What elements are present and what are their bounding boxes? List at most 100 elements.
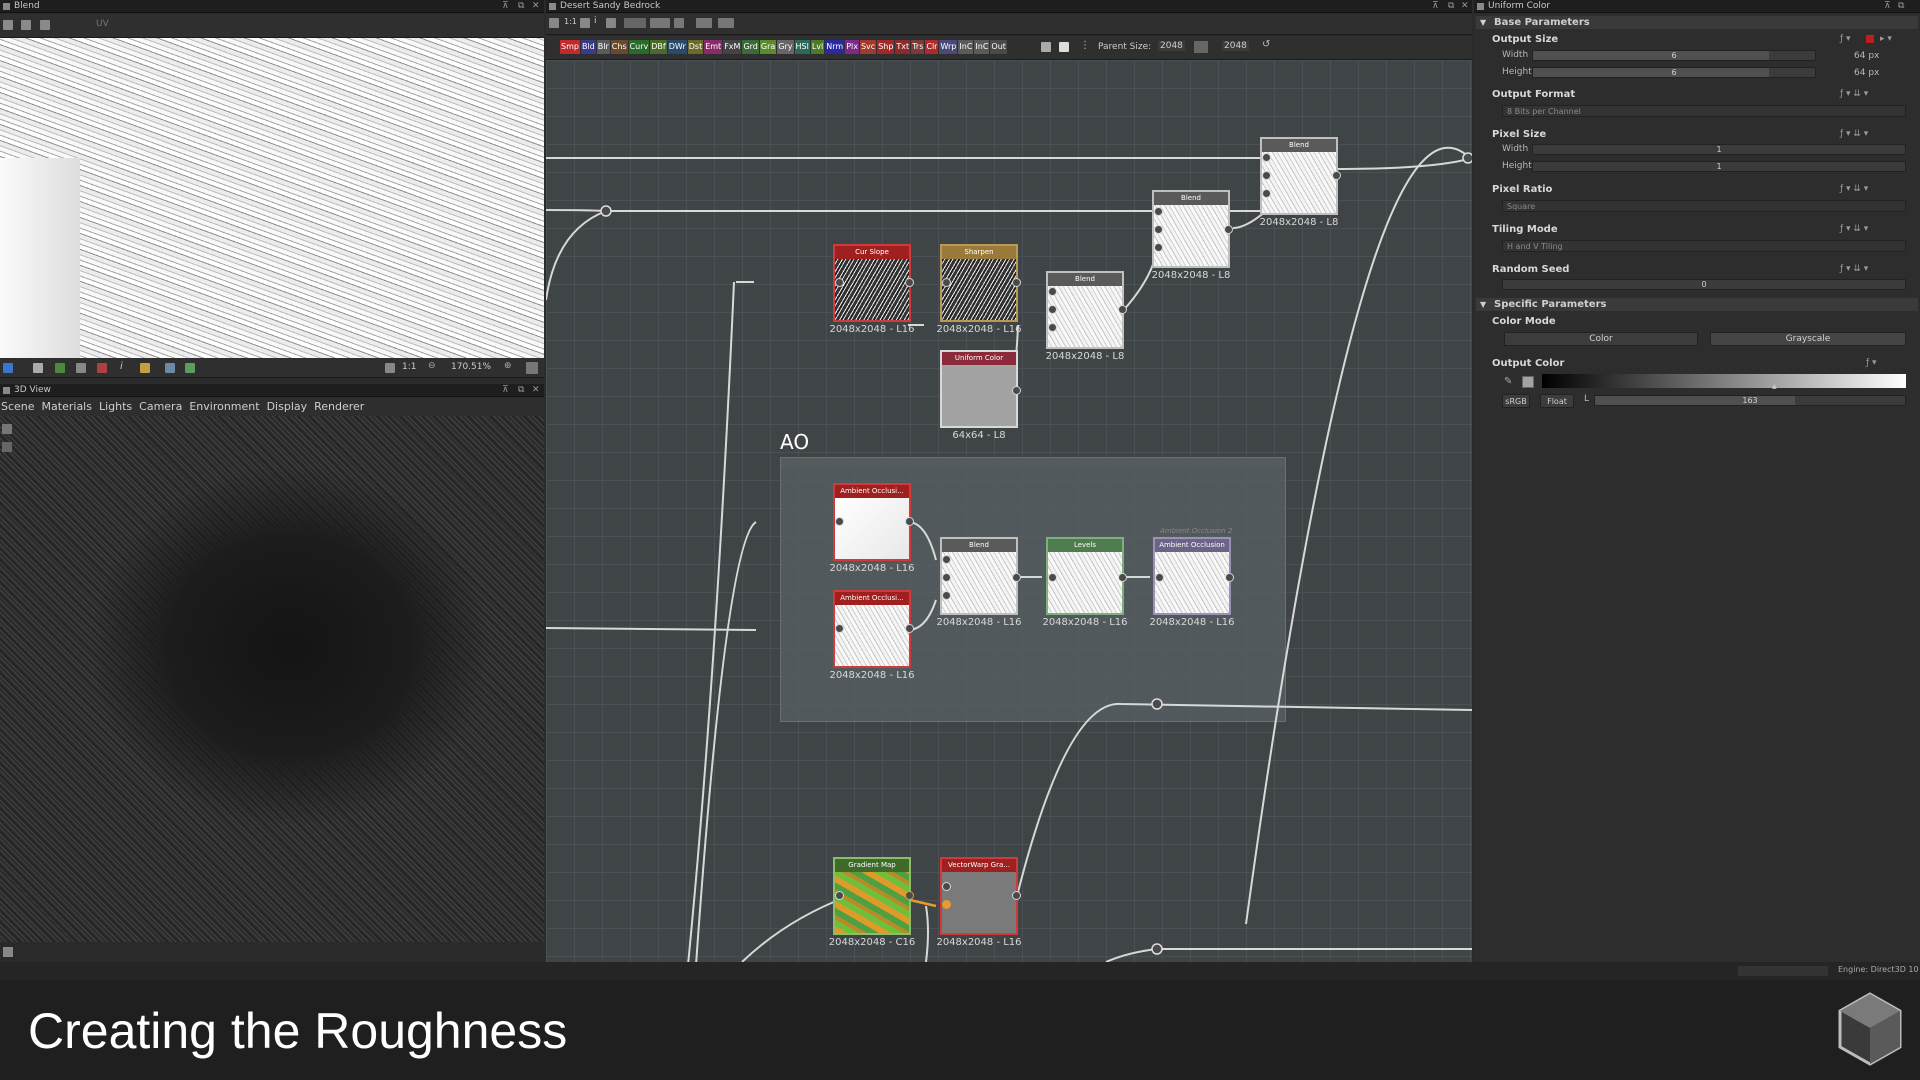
luminance-gradient[interactable] [1542,374,1906,388]
eyedropper-icon[interactable]: ✎ [1504,376,1512,387]
port-out[interactable] [1012,386,1021,395]
zoom-out-icon[interactable]: ⊖ [428,361,436,371]
menu-display[interactable]: Display [267,400,308,413]
menu-materials[interactable]: Materials [42,400,92,413]
port-out[interactable] [1118,573,1127,582]
node-curslope[interactable]: Cur Slope [833,244,911,322]
tile-icon[interactable] [97,363,107,373]
graph-ratio[interactable]: 1:1 [564,17,577,26]
output-format-func-icon[interactable]: ƒ ▾ ⇊ ▾ [1840,89,1868,99]
port-in[interactable] [1154,207,1163,216]
width-slider[interactable]: 6 [1532,50,1816,61]
port-in[interactable] [1154,225,1163,234]
zoom-in-icon[interactable]: ⊕ [504,361,512,371]
menu-scene[interactable]: Scene [1,400,35,413]
node-sharpen[interactable]: Sharpen [940,244,1018,322]
node-tag-txt[interactable]: Txt [895,40,911,54]
props-restore-icon[interactable]: ⧉ [1898,0,1904,13]
node-uniform-color[interactable]: Uniform Color [940,350,1018,428]
node-tag-shp[interactable]: Shp [877,40,895,54]
tiling-mode-select[interactable]: H and V Tiling [1502,240,1906,252]
node-blend-mid[interactable]: Blend [1152,190,1230,268]
port-in[interactable] [1048,573,1057,582]
ratio-label[interactable]: 1:1 [402,362,416,372]
node-tag-svc[interactable]: Svc [859,40,877,54]
view3d-canvas[interactable] [0,416,544,942]
display-icon[interactable] [165,363,175,373]
port-in[interactable] [1154,243,1163,252]
port-out[interactable] [1225,573,1234,582]
node-tag-bld[interactable]: Bld [580,40,596,54]
specific-params-header[interactable]: ▼ Specific Parameters [1476,298,1918,311]
parent-size-select-2[interactable]: 2048 [1222,41,1249,51]
props-pin-icon[interactable]: ⊼ [1884,0,1891,13]
more-icon[interactable]: ⋮ [1080,40,1090,51]
graph-restore-icon[interactable]: ⧉ [1448,0,1454,13]
node-tag-fxm[interactable]: FxM [723,40,742,54]
menu-environment[interactable]: Environment [189,400,259,413]
node-tag-dst[interactable]: Dst [687,40,704,54]
port-out[interactable] [905,624,914,633]
graph-close-icon[interactable]: ✕ [1461,0,1469,13]
sphere-icon[interactable] [185,363,195,373]
color-mode-color-button[interactable]: Color [1504,332,1698,346]
port-in[interactable] [835,891,844,900]
ps-height-slider[interactable]: 1 [1532,161,1906,172]
close-icon[interactable]: ✕ [532,0,540,13]
comment-icon[interactable] [1041,42,1051,52]
base-params-header[interactable]: ▼ Base Parameters [1476,16,1918,29]
port-in[interactable] [1048,305,1057,314]
graph-frame-icon[interactable] [580,18,590,28]
graph-layout-icon[interactable] [549,18,559,28]
node-tag-gra[interactable]: Gra [759,40,777,54]
node-tag-clr[interactable]: Clr [925,40,939,54]
view3d-close-icon[interactable]: ✕ [532,384,540,397]
height-slider[interactable]: 6 [1532,67,1816,78]
save-icon[interactable] [21,20,31,30]
l-channel-slider[interactable]: 163 [1594,395,1906,406]
node-tag-dbf[interactable]: DBf [650,40,667,54]
node-blend-low[interactable]: Blend [1046,271,1124,349]
frame-icon[interactable] [1059,42,1069,52]
pixel-ratio-select[interactable]: Square [1502,200,1906,212]
output-color-func-icon[interactable]: ƒ ▾ [1866,358,1877,368]
port-out[interactable] [1332,171,1341,180]
rgb-icon[interactable] [33,363,43,373]
node-tag-emt[interactable]: Emt [704,40,723,54]
float-button[interactable]: Float [1540,394,1574,408]
node-ao-3[interactable]: Ambient Occlusion [1153,537,1231,615]
reset-icon[interactable]: ↺ [1262,39,1270,50]
color-swatch[interactable] [1522,376,1534,388]
node-tag-inc[interactable]: InC [974,40,990,54]
port-out[interactable] [905,517,914,526]
node-ao-1[interactable]: Ambient Occlusi... [833,483,911,561]
node-tag-nrm[interactable]: Nrm [825,40,845,54]
node-tag-curv[interactable]: Curv [628,40,650,54]
outliner-icon[interactable] [3,947,13,957]
port-in[interactable] [835,278,844,287]
port-in[interactable] [942,278,951,287]
node-tag-lvl[interactable]: Lvl [810,40,825,54]
graph-snap-icon[interactable] [674,18,684,28]
copy-icon[interactable] [40,20,50,30]
channels-icon[interactable] [3,20,13,30]
port-out[interactable] [1012,891,1021,900]
zoom-level[interactable]: 170.51% [451,362,491,372]
port-in[interactable] [835,624,844,633]
graph-bake-icon[interactable] [696,18,712,28]
graph-zoom-icon[interactable] [606,18,616,28]
settings-icon[interactable] [526,362,538,374]
node-tag-gry[interactable]: Gry [777,40,794,54]
random-seed-slider[interactable]: 0 [1502,279,1906,290]
param-func-icon[interactable]: ƒ ▾ [1840,34,1851,44]
node-ao-2[interactable]: Ambient Occlusi... [833,590,911,668]
port-in[interactable] [1262,153,1271,162]
port-in-active[interactable] [942,900,951,909]
graph-info-icon[interactable]: i [594,16,597,26]
uv-label[interactable]: UV [96,19,109,29]
view2d-canvas[interactable] [0,38,544,358]
tiling-func-icon[interactable]: ƒ ▾ ⇊ ▾ [1840,224,1868,234]
view3d-tool2-icon[interactable] [2,442,12,452]
node-gradient-map[interactable]: Gradient Map [833,857,911,935]
menu-lights[interactable]: Lights [99,400,132,413]
